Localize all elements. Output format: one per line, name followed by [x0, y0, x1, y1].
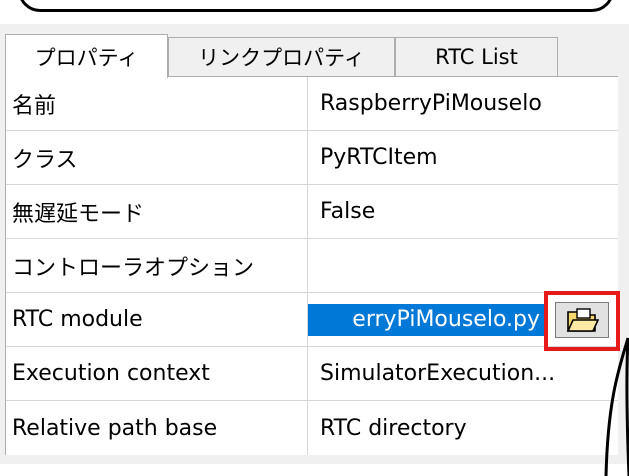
table-row[interactable]: RTC module erryPiMouselo.py	[6, 291, 620, 351]
property-name: RTC module	[6, 293, 308, 346]
property-value[interactable]: False	[308, 185, 616, 238]
table-row[interactable]: Execution context SimulatorExecution...	[6, 347, 618, 401]
property-value[interactable]: PyRTCItem	[308, 131, 616, 184]
property-name: 名前	[6, 77, 308, 130]
table-row[interactable]: 名前 RaspberryPiMouselo	[6, 77, 618, 131]
folder-open-icon	[566, 308, 599, 332]
table-row[interactable]: コントローラオプション	[6, 239, 618, 293]
property-value[interactable]: SimulatorExecution...	[308, 347, 616, 400]
tab-properties[interactable]: プロパティ	[5, 34, 168, 78]
tab-rtc-list[interactable]: RTC List	[395, 37, 558, 76]
property-value[interactable]: RaspberryPiMouselo	[308, 77, 616, 130]
property-name: 無遅延モード	[6, 185, 308, 238]
property-grid: 名前 RaspberryPiMouselo クラス PyRTCItem 無遅延モ…	[5, 76, 620, 455]
property-value[interactable]	[308, 239, 616, 292]
rtc-module-input[interactable]: erryPiMouselo.py	[308, 303, 544, 336]
callout-bubble-top	[18, 0, 614, 12]
property-panel: プロパティ リンクプロパティ RTC List 名前 RaspberryPiMo…	[0, 24, 629, 464]
table-row[interactable]: 無遅延モード False	[6, 185, 618, 239]
property-name: Relative path base	[6, 401, 308, 455]
tab-bar: プロパティ リンクプロパティ RTC List	[0, 34, 629, 78]
property-value[interactable]: RTC directory	[308, 401, 616, 455]
property-name: Execution context	[6, 347, 308, 400]
browse-file-button[interactable]	[555, 302, 609, 338]
table-row[interactable]: クラス PyRTCItem	[6, 131, 618, 185]
tab-link-properties[interactable]: リンクプロパティ	[168, 37, 395, 76]
table-row[interactable]: Relative path base RTC directory	[6, 401, 618, 455]
property-name: クラス	[6, 131, 308, 184]
property-name: コントローラオプション	[6, 239, 308, 292]
